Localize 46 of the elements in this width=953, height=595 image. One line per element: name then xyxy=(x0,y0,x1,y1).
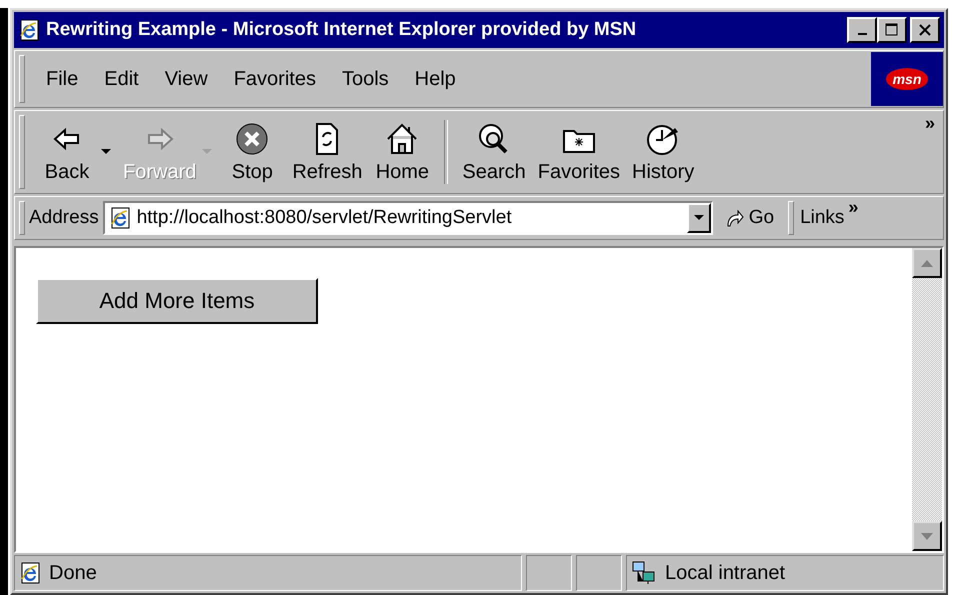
dropdown-button[interactable] xyxy=(686,203,711,233)
address-label: Address xyxy=(29,207,100,229)
toolbar-button[interactable]: Search xyxy=(456,120,532,184)
toolbar-button[interactable]: Favorites xyxy=(532,120,626,184)
menu-item[interactable]: Edit xyxy=(91,68,152,90)
scrollbar[interactable] xyxy=(912,248,942,551)
toolbar-button[interactable]: Refresh xyxy=(286,120,368,184)
down-arrow-icon xyxy=(921,532,933,540)
close-icon xyxy=(918,23,932,37)
status-pane xyxy=(576,555,622,591)
maximize-button[interactable] xyxy=(877,17,907,43)
go-button[interactable]: Go xyxy=(712,207,786,229)
status-text: Done xyxy=(49,562,97,584)
network-icon xyxy=(631,560,657,586)
up-arrow-icon xyxy=(921,260,933,266)
maximize-icon xyxy=(885,23,899,37)
toolbar-button[interactable]: Stop xyxy=(218,120,286,184)
close-button[interactable] xyxy=(910,17,940,43)
toolbar-button[interactable]: Home xyxy=(368,120,436,184)
menu-item[interactable]: Favorites xyxy=(220,68,329,90)
window-title: Rewriting Example - Microsoft Internet Explorer provided by MSN xyxy=(46,19,638,41)
menu-item[interactable]: View xyxy=(152,68,221,90)
caret-icon[interactable] xyxy=(101,149,111,155)
minimize-icon xyxy=(858,33,866,35)
more-button[interactable]: » xyxy=(916,111,943,136)
menu-item[interactable]: File xyxy=(33,68,92,90)
curved-arrow-icon xyxy=(724,208,745,228)
status-pane xyxy=(526,555,572,591)
page-icon xyxy=(108,207,131,229)
toolbar-button[interactable]: History xyxy=(626,120,700,184)
scroll-up-button[interactable] xyxy=(912,248,942,278)
add-items-button[interactable]: Add More Items xyxy=(36,278,318,324)
address-field[interactable]: http://localhost:8080/servlet/RewritingServlet xyxy=(102,201,713,235)
minimize-button[interactable] xyxy=(847,17,877,43)
stop-icon xyxy=(234,120,270,156)
browser-icon xyxy=(18,19,40,41)
brand-logo: msn xyxy=(871,52,943,106)
menu-item[interactable]: Tools xyxy=(328,68,402,90)
scroll-down-button[interactable] xyxy=(912,521,942,551)
links-button[interactable]: Links xyxy=(796,207,848,229)
more-button[interactable]: » xyxy=(848,197,862,218)
caret-icon xyxy=(694,215,704,221)
page-icon xyxy=(19,562,41,584)
menu-item[interactable]: Help xyxy=(402,68,469,90)
zone-text: Local intranet xyxy=(665,562,786,584)
toolbar-button[interactable]: Back xyxy=(33,120,101,184)
